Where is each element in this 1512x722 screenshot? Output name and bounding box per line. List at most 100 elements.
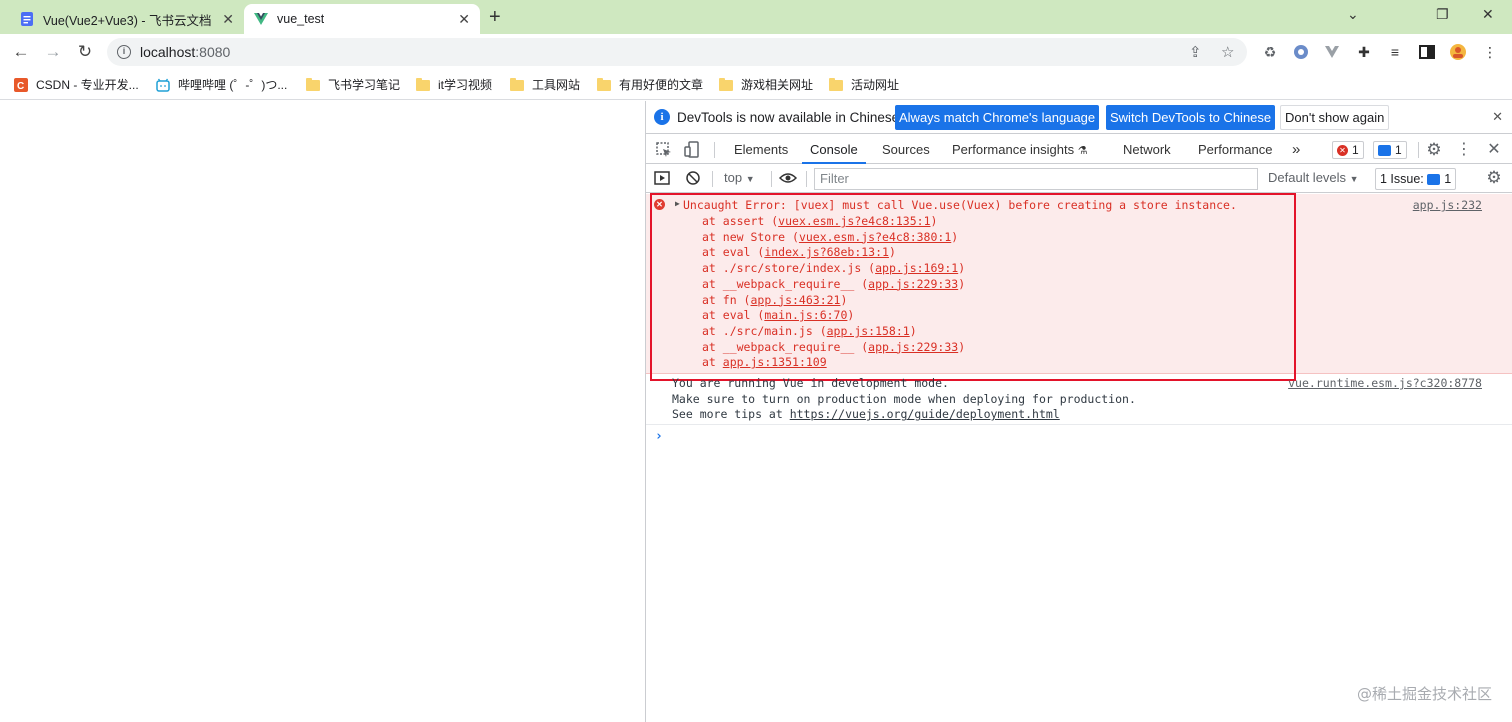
stack-frame-link[interactable]: vuex.esm.js?e4c8:380:1 [799,230,951,244]
stack-frame: at ./src/store/index.js (app.js:169:1) [702,261,965,277]
context-selector[interactable]: top ▼ [724,170,755,185]
folder-icon [306,77,320,91]
restore-window-icon[interactable]: ❐ [1436,6,1449,23]
csdn-icon: C [14,77,28,92]
close-devtools-icon[interactable]: ✕ [1485,141,1503,159]
console-output: ✕ ▶ Uncaught Error: [vuex] must call Vue… [646,193,1512,722]
stack-frame-link[interactable]: app.js:169:1 [875,261,958,275]
stack-frame-suffix: ) [847,308,855,323]
folder-icon [510,77,524,91]
stack-frame: at app.js:1351:109 [702,355,965,371]
stack-frame-link[interactable]: app.js:229:33 [868,340,958,354]
tab-vue-test[interactable]: vue_test ✕ [244,4,480,34]
dropdown-arrow-icon: ▼ [745,174,755,184]
forward-icon[interactable]: → [41,40,65,64]
bookmark-csdn[interactable]: C CSDN - 专业开发... [14,76,139,93]
bookmark-folder[interactable]: it学习视频 [416,76,492,93]
message-icon [1378,144,1391,156]
info-source-link[interactable]: vue.runtime.esm.js?c320:8778 [1288,376,1482,390]
clear-console-icon[interactable] [684,169,702,187]
device-toolbar-icon[interactable] [683,141,701,159]
reload-icon[interactable]: ↻ [73,40,97,64]
tab-performance[interactable]: Performance [1190,135,1280,164]
stack-frame-label: at ./src/store/index.js ( [702,261,876,276]
error-icon: ✕ [654,199,665,210]
close-window-icon[interactable]: ✕ [1482,6,1494,23]
stack-frame-link[interactable]: app.js:1351:109 [723,355,827,369]
stack-frame: at assert (vuex.esm.js?e4c8:135:1) [702,214,965,230]
stack-frame-suffix: ) [840,292,848,307]
watermark: @稀土掘金技术社区 [1356,685,1492,703]
eye-icon[interactable] [779,169,797,187]
error-count-badge[interactable]: ✕ 1 [1332,141,1364,159]
bookmark-folder[interactable]: 飞书学习笔记 [306,76,400,93]
deployment-guide-link[interactable]: https://vuejs.org/guide/deployment.html [790,407,1060,421]
profile-icon[interactable] [1449,43,1467,61]
page-viewport[interactable] [0,101,645,722]
tab-network[interactable]: Network [1115,135,1179,164]
stack-frame: at new Store (vuex.esm.js?e4c8:380:1) [702,230,965,246]
menu-icon[interactable]: ⋮ [1481,43,1499,61]
issues-button[interactable]: 1 Issue: 1 [1375,168,1457,190]
expand-triangle-icon[interactable]: ▶ [675,199,680,208]
new-tab-button[interactable]: + [489,6,501,28]
sidebar-toggle-icon[interactable] [653,169,671,187]
vue-dev-mode-message: You are running Vue in development mode.… [672,376,1136,422]
switch-chinese-button[interactable]: Switch DevTools to Chinese [1106,105,1276,130]
bookmark-folder[interactable]: 有用好便的文章 [597,76,703,93]
bookmark-bilibili[interactable]: 哔哩哔哩 (゜-゜)つ... [156,76,287,93]
back-icon[interactable]: ← [9,40,33,64]
tab-feishu-doc[interactable]: Vue(Vue2+Vue3) - 飞书云文档 ✕ [10,4,244,34]
url-text[interactable]: localhost:8080 [140,44,230,60]
bookmark-folder[interactable]: 工具网站 [510,76,580,93]
match-language-button[interactable]: Always match Chrome's language [895,105,1100,130]
tab-console[interactable]: Console [802,135,866,164]
message-count-badge[interactable]: 1 [1373,141,1407,159]
tab-close-icon[interactable]: ✕ [458,12,470,26]
sidepanel-icon[interactable] [1418,43,1436,61]
stack-frame-link[interactable]: app.js:158:1 [827,324,910,338]
share-icon[interactable]: ⇪ [1189,43,1202,61]
dont-show-again-button[interactable]: Don't show again [1280,105,1390,130]
media-icon[interactable]: ≡ [1386,43,1404,61]
puzzle-icon[interactable]: ✚ [1355,43,1373,61]
tab-elements[interactable]: Elements [726,135,796,164]
tab-close-icon[interactable]: ✕ [222,12,234,26]
recycle-icon[interactable]: ♻ [1261,43,1279,61]
stack-frame-label: at ./src/main.js ( [702,323,827,338]
bookmarks-bar: C CSDN - 专业开发... 哔哩哔哩 (゜-゜)つ... 飞书学习笔记 i… [0,70,1512,100]
tab-search-icon[interactable]: ⌄ [1347,6,1359,23]
settings-gear-icon[interactable]: ⚙ [1425,141,1443,159]
bookmark-folder[interactable]: 活动网址 [829,76,899,93]
star-icon[interactable]: ☆ [1221,43,1234,61]
console-prompt[interactable]: › [655,429,663,444]
address-bar[interactable]: i localhost:8080 ⇪ ☆ [107,38,1247,66]
bookmark-folder[interactable]: 游戏相关网址 [719,76,813,93]
stack-frame-label: at fn ( [702,292,751,307]
stack-frame-link[interactable]: index.js?68eb:13:1 [764,245,889,259]
folder-icon [829,77,843,91]
extension-icon[interactable] [1292,43,1310,61]
close-icon[interactable]: ✕ [1492,109,1503,125]
stack-frame-label: at assert ( [702,214,779,228]
site-info-icon[interactable]: i [117,45,131,59]
log-levels-dropdown[interactable]: Default levels ▼ [1268,170,1359,185]
inspect-element-icon[interactable] [655,141,673,159]
tab-title: vue_test [277,12,325,26]
tab-sources[interactable]: Sources [874,135,938,164]
error-source-link[interactable]: app.js:232 [1413,198,1482,212]
stack-frame-link[interactable]: app.js:229:33 [868,277,958,291]
more-tabs-icon[interactable]: » [1284,135,1308,164]
stack-frame-link[interactable]: main.js:6:70 [764,308,847,322]
console-filter-input[interactable]: Filter [814,168,1258,190]
issue-icon [1427,173,1441,185]
vue-devtools-icon[interactable] [1323,43,1341,61]
doc-icon [21,12,33,26]
stack-frame-link[interactable]: app.js:463:21 [750,293,840,307]
console-settings-icon[interactable]: ⚙ [1485,169,1503,187]
stack-frame-label: at eval ( [702,308,765,323]
tab-performance-insights[interactable]: Performance insights ⚗ [944,135,1096,164]
kebab-menu-icon[interactable]: ⋮ [1455,141,1473,159]
stack-frame: at ./src/main.js (app.js:158:1) [702,324,965,340]
stack-frame-link[interactable]: vuex.esm.js?e4c8:135:1 [778,214,930,228]
